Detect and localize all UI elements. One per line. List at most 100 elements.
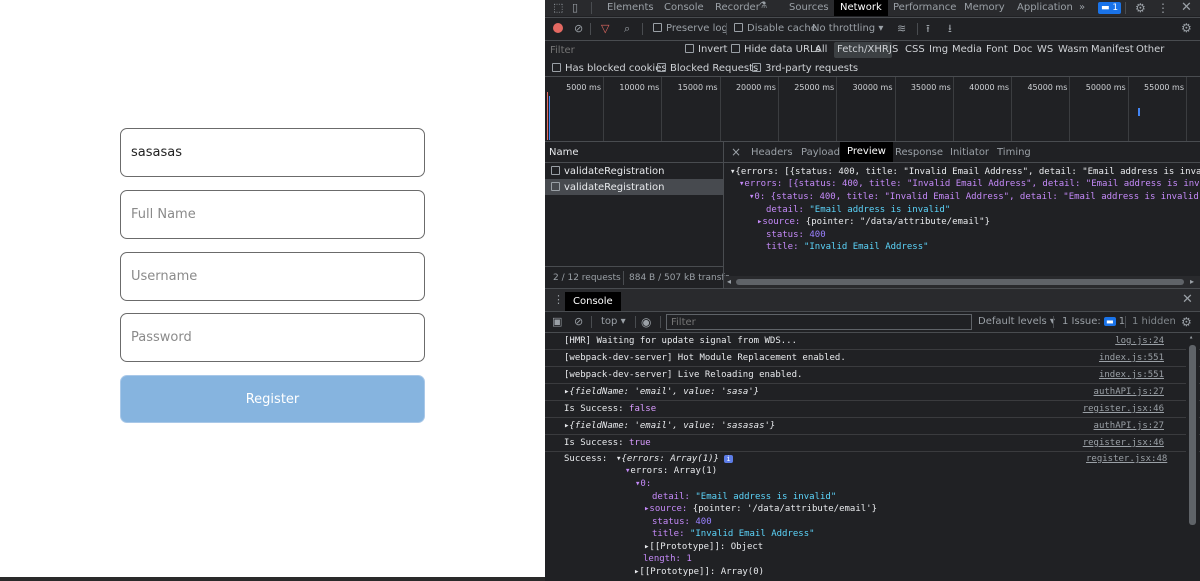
drawer-menu-icon[interactable]: ⋮ [553,292,564,308]
inspect-element-icon[interactable]: ⬚ [553,0,563,16]
filter-type-wasm[interactable]: Wasm [1058,42,1088,58]
request-row[interactable]: validateRegistration [545,163,723,179]
log-levels-select[interactable]: Default levels ▾ [978,316,1055,327]
filter-type-fetch-xhr[interactable]: Fetch/XHR [834,42,892,58]
tab-performance[interactable]: Performance [893,0,956,16]
throttling-select[interactable]: No throttling ▾ [812,23,883,34]
drawer-tabbar: ⋮ Console ✕ [545,289,1200,311]
clear-icon[interactable]: ⊘ [574,21,583,37]
request-detail-pane: × Headers Payload Preview Response Initi… [724,142,1200,288]
console-message[interactable]: ▸{fieldName: 'email', value: 'sasasas'} a… [545,418,1200,435]
preview-horizontal-scrollbar[interactable]: ◂ ▸ [724,276,1200,288]
settings-gear-icon[interactable]: ⚙ [1135,0,1146,16]
source-link[interactable]: log.js:24 [1115,336,1164,346]
filter-type-ws[interactable]: WS [1037,42,1053,58]
source-link[interactable]: index.js:551 [1099,353,1164,363]
issues-link[interactable]: 1 Issue: ▬ 1 [1062,316,1125,327]
console-message[interactable]: [HMR] Waiting for update signal from WDS… [545,333,1200,350]
export-har-icon[interactable]: ⭳ [948,21,952,37]
issues-badge[interactable]: ▬ 1 [1098,2,1122,14]
source-link[interactable]: register.jsx:46 [1083,438,1164,448]
filter-type-img[interactable]: Img [929,42,948,58]
close-drawer-icon[interactable]: ✕ [1182,292,1193,308]
tab-preview[interactable]: Preview [840,142,893,162]
third-party-requests-checkbox[interactable]: 3rd-party requests [752,63,858,74]
console-message[interactable]: ▸{fieldName: 'email', value: 'sasa'} auth… [545,384,1200,401]
source-link[interactable]: register.jsx:48 [1086,454,1167,464]
source-link[interactable]: register.jsx:46 [1083,404,1164,414]
tab-console[interactable]: Console [664,0,704,16]
registration-page: Register [0,0,545,581]
filter-type-doc[interactable]: Doc [1013,42,1032,58]
network-filter-input[interactable] [547,42,677,58]
console-filter-input[interactable] [666,314,972,330]
filter-type-css[interactable]: CSS [905,42,925,58]
tab-network[interactable]: Network [834,0,888,16]
preview-line-errors[interactable]: ▾errors: [{status: 400, title: "Invalid … [739,179,1200,189]
console-message[interactable]: Is Success: true register.jsx:46 [545,435,1200,452]
drawer-tab-console[interactable]: Console [565,292,621,311]
device-toolbar-icon[interactable]: ▯ [572,0,578,16]
timeline-tick-label: 15000 ms [677,83,718,92]
console-vertical-scrollbar[interactable]: ▴ [1186,333,1199,581]
close-detail-icon[interactable]: × [731,145,741,159]
close-devtools-icon[interactable]: ✕ [1181,0,1192,16]
console-message[interactable]: [webpack-dev-server] Hot Module Replacem… [545,350,1200,367]
console-success-message[interactable]: Success: register.jsx:48 ▾{errors: Array… [545,452,1185,581]
blocked-requests-checkbox[interactable]: Blocked Requests [657,63,758,74]
tab-response[interactable]: Response [895,147,943,158]
network-conditions-wifi-icon[interactable]: ≋ [897,21,906,37]
console-message[interactable]: Is Success: false register.jsx:46 [545,401,1200,418]
filter-type-manifest[interactable]: Manifest [1091,42,1134,58]
tab-payload[interactable]: Payload [801,147,840,158]
console-clear-icon[interactable]: ⊘ [574,314,583,330]
filter-funnel-icon[interactable]: ▽ [601,21,609,37]
source-link[interactable]: index.js:551 [1099,370,1164,380]
tab-elements[interactable]: Elements [607,0,654,16]
register-button[interactable]: Register [120,375,425,423]
preview-source[interactable]: ▸source: {pointer: "/data/attribute/emai… [757,217,990,227]
filter-type-font[interactable]: Font [986,42,1008,58]
tab-memory[interactable]: Memory [964,0,1005,16]
preview-line-root[interactable]: ▾{errors: [{status: 400, title: "Invalid… [730,167,1200,177]
tab-recorder[interactable]: Recorder [715,0,760,16]
network-settings-gear-icon[interactable]: ⚙ [1181,20,1192,36]
timeline-tick-label: 5000 ms [566,83,601,92]
password-field[interactable] [120,313,425,362]
tab-headers[interactable]: Headers [751,147,793,158]
console-message[interactable]: [webpack-dev-server] Live Reloading enab… [545,367,1200,384]
more-tabs-chevron-icon[interactable]: » [1079,0,1085,16]
preview-line-item-0[interactable]: ▾0: {status: 400, title: "Invalid Email … [749,192,1200,202]
hide-data-urls-checkbox[interactable]: Hide data URLs [731,44,821,55]
filter-type-js[interactable]: JS [889,42,898,58]
disable-cache-checkbox[interactable]: Disable cache [734,23,817,34]
name-column-header[interactable]: Name [549,147,579,158]
preserve-log-checkbox[interactable]: Preserve log [653,23,728,34]
live-expression-eye-icon[interactable]: ◉ [641,314,651,330]
username-field[interactable] [120,252,425,301]
invert-checkbox[interactable]: Invert [685,44,727,55]
filter-type-other[interactable]: Other [1136,42,1164,58]
record-icon[interactable] [553,23,563,33]
timeline-blue-mark [549,96,550,140]
blocked-cookies-checkbox[interactable]: Has blocked cookies [552,63,667,74]
console-settings-gear-icon[interactable]: ⚙ [1181,314,1192,330]
tab-timing[interactable]: Timing [997,147,1031,158]
customize-menu-icon[interactable]: ⋮ [1157,0,1169,16]
tab-application[interactable]: Application [1017,0,1073,16]
source-link[interactable]: authAPI.js:27 [1094,421,1164,431]
tab-initiator[interactable]: Initiator [950,147,989,158]
search-icon[interactable]: ⌕ [624,21,630,37]
import-har-icon[interactable]: ⭱ [926,21,930,37]
filter-type-all[interactable]: All [815,42,827,58]
filter-type-media[interactable]: Media [952,42,982,58]
tab-sources[interactable]: Sources [789,0,829,16]
source-link[interactable]: authAPI.js:27 [1094,387,1164,397]
preview-status: status: 400 [766,230,826,240]
console-sidebar-icon[interactable]: ▣ [552,314,562,330]
request-row-selected[interactable]: validateRegistration [545,179,723,195]
email-field[interactable] [120,128,425,177]
context-select[interactable]: top ▾ [601,316,626,327]
timeline-tick-label: 45000 ms [1027,83,1068,92]
full-name-field[interactable] [120,190,425,239]
